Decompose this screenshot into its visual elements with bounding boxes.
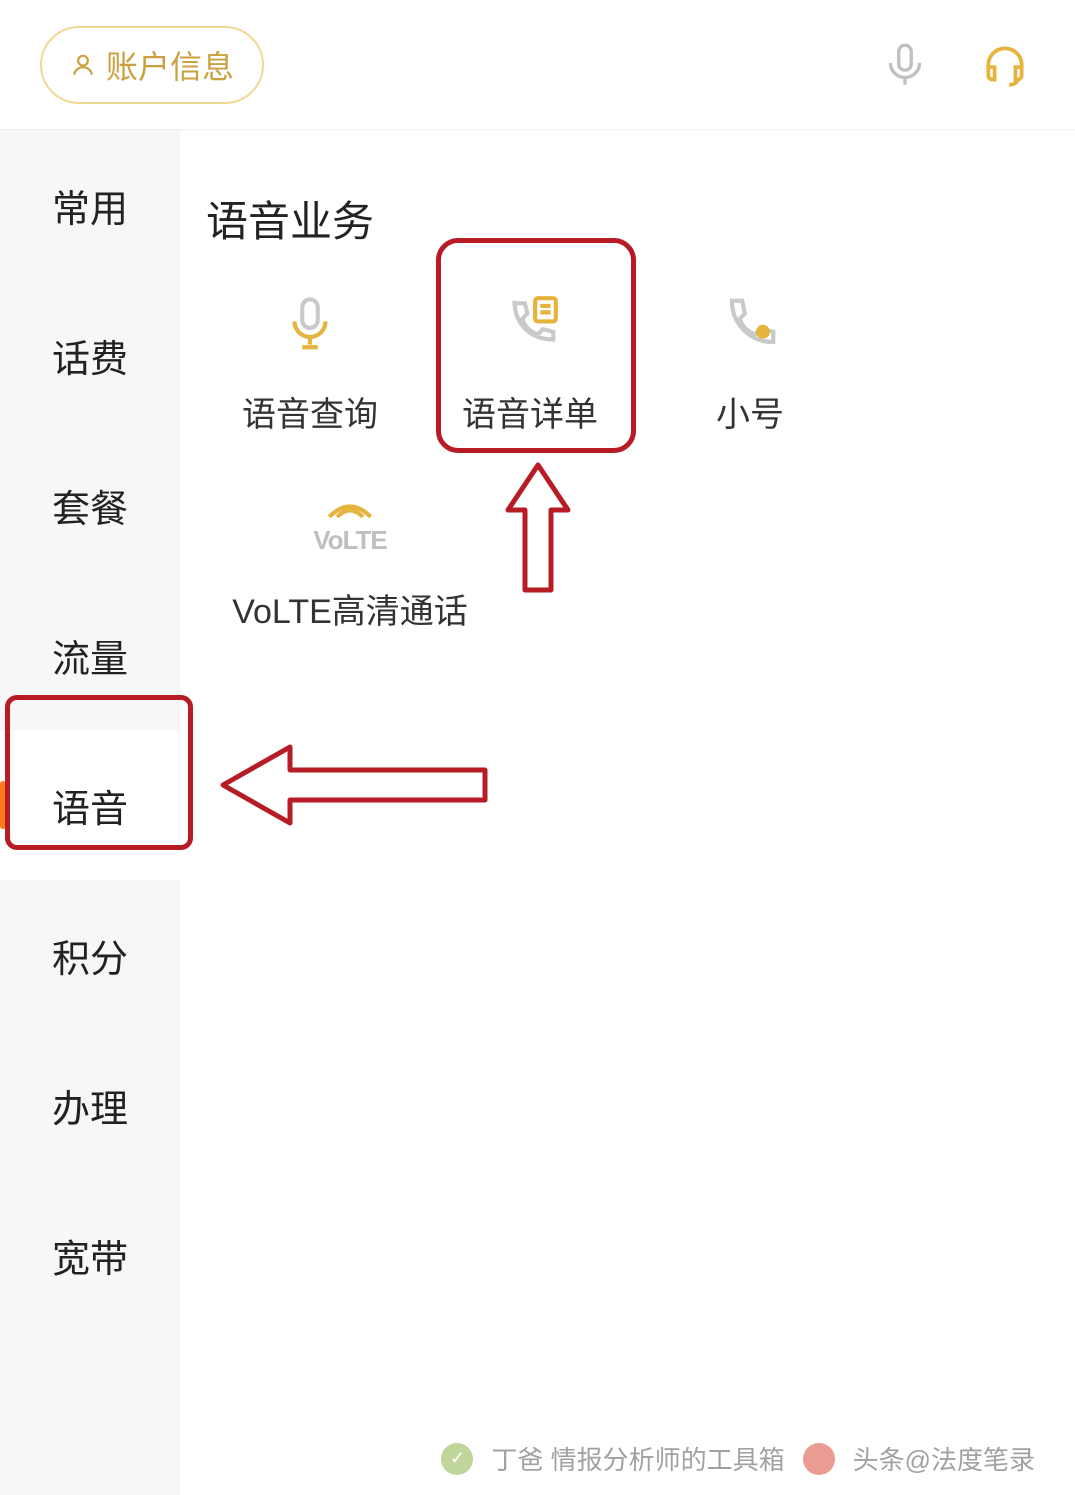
tile-label: 语音详单 [462, 387, 598, 436]
annotation-arrow-left-icon [215, 735, 495, 835]
tile-label: VoLTE高清通话 [232, 584, 468, 633]
body: 常用 话费 套餐 流量 语音 积分 办理 宽带 语音业务 语音查询 语音详单 [0, 130, 1075, 1495]
service-grid: 语音查询 语音详单 小号 VoLTE VoLTE高清通话 [200, 289, 1055, 683]
sidebar: 常用 话费 套餐 流量 语音 积分 办理 宽带 [0, 130, 180, 1495]
watermark-text-1: 丁爸 情报分析师的工具箱 [491, 1440, 784, 1477]
watermark-text-2: 头条@法度笔录 [853, 1440, 1035, 1477]
headset-icon [980, 40, 1030, 90]
sidebar-item-bill[interactable]: 话费 [0, 280, 180, 430]
volte-icon: VoLTE [315, 486, 385, 556]
sidebar-item-points[interactable]: 积分 [0, 880, 180, 1030]
sidebar-item-process[interactable]: 办理 [0, 1030, 180, 1180]
user-icon [70, 52, 96, 78]
phone-icon [715, 289, 785, 359]
watermark: ✓ 丁爸 情报分析师的工具箱 头条@法度笔录 [441, 1440, 1035, 1477]
wechat-icon: ✓ [441, 1443, 473, 1475]
sidebar-item-broadband[interactable]: 宽带 [0, 1180, 180, 1330]
voice-search-button[interactable] [875, 35, 935, 95]
tile-label: 语音查询 [242, 387, 378, 436]
customer-service-button[interactable] [975, 35, 1035, 95]
mic-icon [275, 289, 345, 359]
tile-voice-detail[interactable]: 语音详单 [420, 289, 640, 436]
toutiao-icon [803, 1443, 835, 1475]
header: 账户信息 [0, 0, 1075, 130]
sidebar-item-common[interactable]: 常用 [0, 130, 180, 280]
section-title: 语音业务 [206, 188, 1055, 249]
annotation-arrow-up-icon [493, 460, 583, 600]
account-label: 账户信息 [106, 42, 234, 88]
call-list-icon [495, 289, 565, 359]
tile-volte[interactable]: VoLTE VoLTE高清通话 [200, 486, 500, 633]
tile-label: 小号 [716, 387, 784, 436]
microphone-icon [880, 40, 930, 90]
sidebar-item-data[interactable]: 流量 [0, 580, 180, 730]
tile-small-number[interactable]: 小号 [640, 289, 860, 436]
account-info-button[interactable]: 账户信息 [40, 26, 264, 104]
sidebar-item-plan[interactable]: 套餐 [0, 430, 180, 580]
sidebar-item-voice[interactable]: 语音 [0, 730, 180, 880]
tile-voice-query[interactable]: 语音查询 [200, 289, 420, 436]
